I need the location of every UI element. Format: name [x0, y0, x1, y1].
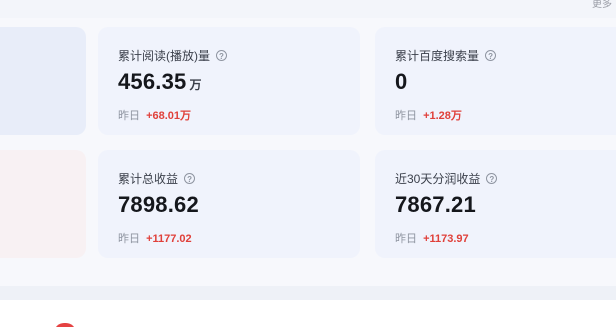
metric-value-number: 0 [395, 69, 408, 94]
metric-title: 累计阅读(播放)量 ? [118, 47, 227, 64]
yesterday-delta: +68.01万 [146, 110, 192, 122]
metric-title-text: 累计总收益 [118, 172, 179, 186]
left-summary-card-top [0, 27, 86, 135]
yesterday-label: 昨日 [395, 233, 417, 245]
more-link[interactable]: 更多 [592, 0, 616, 10]
metric-value: 7867.21 [395, 192, 479, 220]
brand-badge-icon [54, 323, 76, 327]
metric-title: 累计百度搜索量 ? [395, 47, 497, 64]
metric-value: 7898.62 [118, 192, 202, 220]
metric-value: 456.35 万 [118, 69, 202, 97]
yesterday-delta: +1.28万 [423, 110, 462, 122]
yesterday-change: 昨日 +68.01万 [118, 107, 191, 123]
left-summary-card-bottom [0, 150, 86, 258]
metric-value-number: 456.35 [118, 69, 187, 94]
metric-value-number: 7898.62 [118, 192, 199, 217]
bottom-panel [0, 300, 616, 327]
metric-title-text: 累计百度搜索量 [395, 49, 480, 63]
yesterday-label: 昨日 [118, 233, 140, 245]
metric-title: 累计总收益 ? [118, 170, 196, 187]
top-strip: 更多 [0, 0, 616, 18]
metric-title-text: 累计阅读(播放)量 [118, 49, 210, 63]
yesterday-change: 昨日 +1.28万 [395, 107, 462, 123]
metric-value-unit: 万 [189, 78, 202, 92]
yesterday-delta: +1177.02 [146, 233, 192, 245]
metric-card-cumulative-reads: 累计阅读(播放)量 ? 456.35 万 昨日 +68.01万 [98, 27, 360, 135]
help-icon[interactable]: ? [216, 50, 227, 61]
metric-value: 0 [395, 69, 410, 97]
metric-card-30day-share-earnings: 近30天分润收益 ? 7867.21 昨日 +1173.97 [375, 150, 616, 258]
yesterday-delta: +1173.97 [423, 233, 469, 245]
metric-title-text: 近30天分润收益 [395, 172, 481, 186]
metric-value-number: 7867.21 [395, 192, 476, 217]
yesterday-change: 昨日 +1173.97 [395, 230, 469, 246]
yesterday-change: 昨日 +1177.02 [118, 230, 192, 246]
help-icon[interactable]: ? [184, 173, 196, 184]
metric-card-baidu-search: 累计百度搜索量 ? 0 昨日 +1.28万 [375, 27, 616, 135]
metric-title: 近30天分润收益 ? [395, 170, 498, 187]
help-icon[interactable]: ? [485, 50, 497, 61]
section-divider [0, 286, 616, 300]
yesterday-label: 昨日 [118, 110, 140, 122]
metric-card-total-earnings: 累计总收益 ? 7898.62 昨日 +1177.02 [98, 150, 360, 258]
help-icon[interactable]: ? [486, 173, 498, 184]
yesterday-label: 昨日 [395, 110, 417, 122]
dashboard-page: 更多 累计阅读(播放)量 ? 456.35 万 昨日 +68.01万 累计百度搜… [0, 0, 616, 327]
